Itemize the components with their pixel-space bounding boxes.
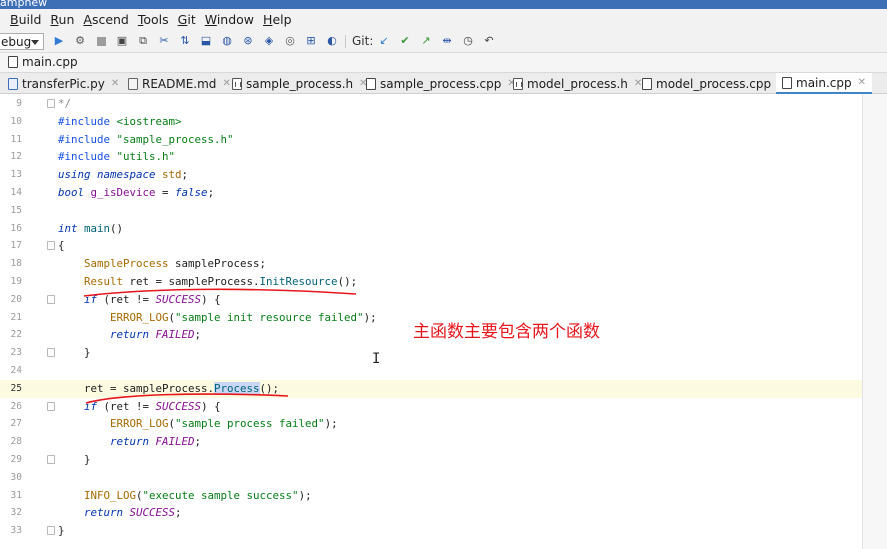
annotation-text: 主函数主要包含两个函数 [413,322,600,342]
text-cursor-icon: I [372,351,381,367]
underline-initresource [83,288,357,297]
underline-process [85,393,289,404]
annotation-underlines [83,288,357,404]
